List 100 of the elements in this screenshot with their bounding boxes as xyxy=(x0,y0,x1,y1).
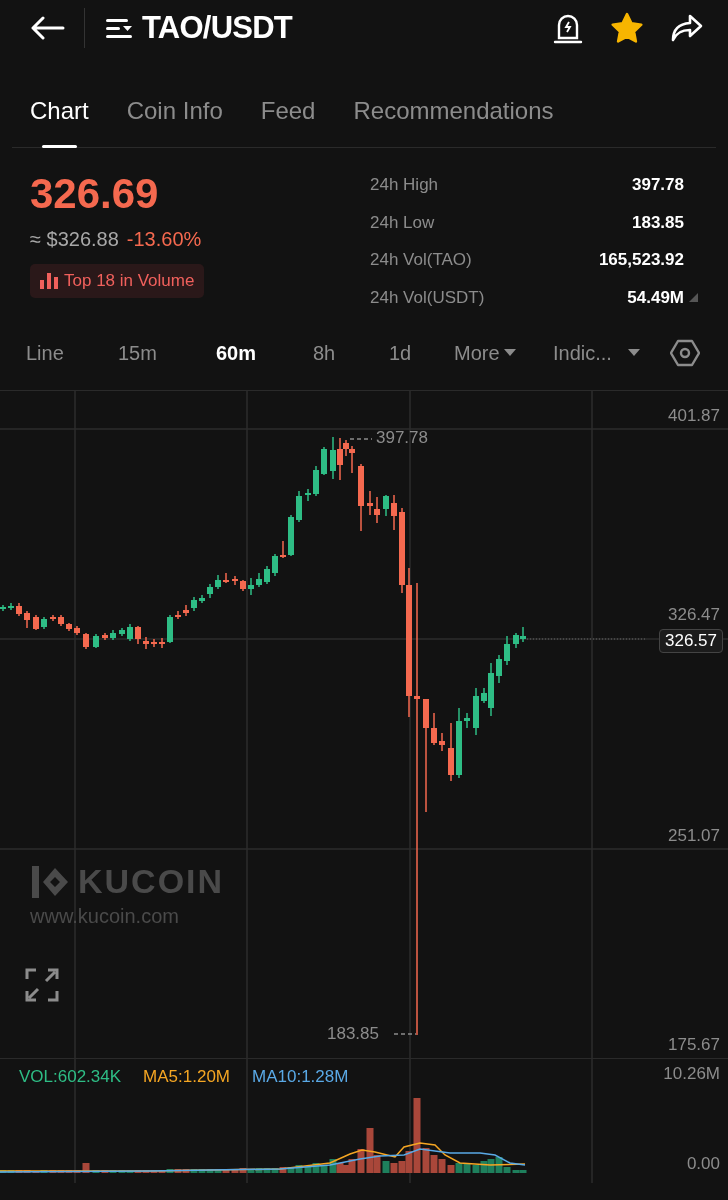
candle xyxy=(102,632,108,641)
candle xyxy=(66,622,72,632)
candle xyxy=(143,636,149,650)
leader-line xyxy=(393,1033,417,1035)
volume-rank-badge[interactable]: Top 18 in Volume xyxy=(30,264,205,298)
tab[interactable]: Coin Info xyxy=(126,93,223,147)
back-arrow-icon[interactable] xyxy=(30,16,66,40)
candle xyxy=(296,490,302,523)
candle xyxy=(50,614,56,622)
candle xyxy=(313,465,319,497)
price-axis-label: 401.87 xyxy=(668,406,720,426)
candle xyxy=(288,514,294,557)
tab[interactable]: Recommendations xyxy=(353,93,554,147)
candle xyxy=(280,540,286,559)
high-price-marker: 397.78 xyxy=(376,428,428,448)
candle xyxy=(240,579,246,592)
candle xyxy=(358,463,364,532)
price-change: -13.60% xyxy=(126,227,202,252)
caret-icon xyxy=(503,349,516,357)
candle xyxy=(199,594,205,604)
interval-tab[interactable]: 60m xyxy=(216,338,313,368)
candle xyxy=(264,565,270,585)
candle xyxy=(183,604,189,617)
candle xyxy=(8,602,14,611)
interval-tab[interactable]: 1d xyxy=(389,338,454,368)
tab[interactable]: Chart xyxy=(30,93,89,147)
stat-label: 24h Vol(USDT) xyxy=(370,286,486,309)
candle xyxy=(83,632,89,650)
candle xyxy=(24,610,30,629)
interval-dropdown[interactable]: Indic... xyxy=(553,338,668,368)
candle xyxy=(175,610,181,620)
stat-label: 24h Vol(TAO) xyxy=(370,249,473,271)
candle xyxy=(439,732,445,752)
favorite-star-icon[interactable] xyxy=(610,12,644,44)
candle xyxy=(151,638,157,648)
price-axis-label: 326.47 xyxy=(668,605,720,625)
menu-icon[interactable] xyxy=(105,17,133,39)
candle xyxy=(74,625,80,636)
watermark-brand: KUCOIN xyxy=(78,861,225,902)
price-axis-label: 175.67 xyxy=(668,1035,720,1055)
candle xyxy=(215,574,221,590)
pair-title: TAO/USDT xyxy=(142,8,292,47)
settings-icon[interactable] xyxy=(670,338,700,368)
candle xyxy=(464,712,470,729)
ma5-legend: MA5:1.20M xyxy=(143,1064,230,1090)
caret-icon xyxy=(627,349,640,357)
candle xyxy=(33,614,39,631)
candle xyxy=(110,629,116,641)
stat-label: 24h Low xyxy=(370,211,436,234)
price-axis-label: 251.07 xyxy=(668,826,720,846)
candle xyxy=(473,687,479,736)
volume-axis-label: 10.26M xyxy=(663,1064,720,1084)
low-price-marker: 183.85 xyxy=(327,1024,379,1044)
candle xyxy=(16,602,22,617)
share-icon[interactable] xyxy=(670,13,704,43)
candle xyxy=(248,577,254,596)
candle xyxy=(256,572,262,588)
stat-value: 397.78 xyxy=(632,174,684,196)
candle xyxy=(223,572,229,584)
candle xyxy=(207,583,213,599)
corner-triangle-icon[interactable] xyxy=(689,292,698,302)
volume-axis-label: 0.00 xyxy=(686,1154,720,1174)
leader-line xyxy=(349,438,373,440)
candle xyxy=(431,712,437,746)
candle xyxy=(58,614,64,627)
candle xyxy=(305,488,311,502)
stat-label: 24h High xyxy=(370,174,440,196)
stat-value: 165,523.92 xyxy=(598,249,684,271)
tab[interactable]: Feed xyxy=(260,93,316,147)
candle xyxy=(159,637,165,649)
candle xyxy=(272,553,278,577)
fullscreen-icon[interactable] xyxy=(25,968,59,1002)
volume-legend: VOL:602.34K xyxy=(19,1064,122,1090)
candle xyxy=(0,604,6,612)
candle xyxy=(232,575,238,586)
usd-price: ≈ $326.88 xyxy=(30,227,119,252)
candle xyxy=(391,494,397,531)
last-price-tag: 326.57 xyxy=(659,629,723,653)
candle xyxy=(135,625,141,645)
candle xyxy=(504,635,510,666)
candle xyxy=(41,616,47,630)
ma10-legend: MA10:1.28M xyxy=(252,1064,349,1090)
candle xyxy=(448,722,454,782)
stat-value: 183.85 xyxy=(632,211,684,234)
interval-dropdown[interactable]: More xyxy=(454,338,553,368)
candle xyxy=(321,446,327,476)
candle xyxy=(119,627,125,637)
candle xyxy=(167,614,173,644)
bar-chart-icon xyxy=(40,273,58,289)
candle xyxy=(383,494,389,517)
last-price: 326.69 xyxy=(30,169,160,219)
candle xyxy=(496,654,502,684)
candle xyxy=(127,623,133,642)
candle xyxy=(93,633,99,649)
interval-tab[interactable]: Line xyxy=(26,338,118,368)
stat-value: 54.49M xyxy=(627,286,684,309)
alarm-icon[interactable] xyxy=(552,12,584,44)
interval-tab[interactable]: 15m xyxy=(118,338,216,368)
candle xyxy=(191,596,197,612)
interval-tab[interactable]: 8h xyxy=(313,338,389,368)
